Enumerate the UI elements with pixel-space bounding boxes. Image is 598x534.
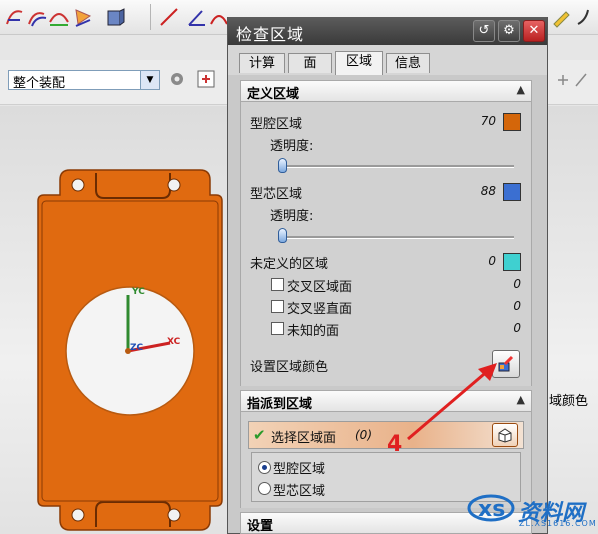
- close-icon[interactable]: ✕: [523, 20, 545, 42]
- axis-label-zc: ZC: [130, 343, 144, 353]
- curve-rib-icon[interactable]: [574, 6, 596, 28]
- filter-settings-icon[interactable]: [168, 70, 186, 88]
- dialog-title: 检查区域: [236, 25, 305, 44]
- select-region-face-label: 选择区域面: [271, 431, 337, 446]
- core-color-swatch[interactable]: [503, 183, 521, 201]
- view-tools-icon[interactable]: [556, 72, 596, 88]
- unknown-faces-checkbox[interactable]: [271, 322, 284, 335]
- tab-regions[interactable]: 区域: [335, 51, 383, 75]
- undefined-region-label: 未定义的区域: [250, 257, 329, 272]
- core-region-radio[interactable]: [258, 482, 271, 495]
- line-icon[interactable]: [158, 6, 180, 28]
- extrude-icon[interactable]: [104, 6, 126, 28]
- angle-line-icon[interactable]: [186, 6, 208, 28]
- cavity-transparency-track[interactable]: [280, 165, 514, 168]
- chevron-down-icon[interactable]: ▼: [140, 71, 159, 89]
- cavity-region-radio[interactable]: [258, 461, 271, 474]
- unknown-faces-label: 未知的面: [287, 324, 340, 339]
- core-transparency-label: 透明度:: [270, 209, 314, 224]
- cavity-region-count: 70: [480, 114, 496, 128]
- cavity-region-label: 型腔区域: [250, 117, 303, 132]
- intersect-vertical-checkbox[interactable]: [271, 300, 284, 313]
- reset-icon[interactable]: ↺: [473, 20, 495, 42]
- pencil-tool-icon[interactable]: [550, 6, 572, 28]
- tab-calculate[interactable]: 计算: [239, 53, 285, 73]
- tab-info[interactable]: 信息: [386, 53, 430, 73]
- core-transparency-slider[interactable]: [278, 228, 287, 243]
- intersect-vertical-count: 0: [513, 299, 521, 313]
- gear-icon[interactable]: ⚙: [498, 20, 520, 42]
- assembly-scope-value: 整个装配: [13, 76, 66, 91]
- assign-region-title: 指派到区域: [247, 397, 313, 412]
- dialog-titlebar[interactable]: 检查区域 ↺ ⚙ ✕: [228, 17, 547, 45]
- annotation-arrow: [407, 363, 497, 441]
- axis-label-yc: YC: [132, 287, 145, 297]
- assembly-scope-select[interactable]: 整个装配 ▼: [8, 70, 160, 91]
- core-region-option-label: 型芯区域: [273, 484, 326, 499]
- watermark-logo-icon: xs: [467, 494, 515, 522]
- project-curve-icon[interactable]: [72, 6, 94, 28]
- offset-curve-icon[interactable]: [26, 6, 48, 28]
- settings-title: 设置: [247, 519, 274, 534]
- sketch-curve-icon[interactable]: [4, 6, 26, 28]
- define-region-header[interactable]: 定义区域 ▲: [240, 80, 532, 102]
- intersect-faces-label: 交叉区域面: [287, 280, 353, 295]
- dialog-tabs: 计算 面 区域 信息: [228, 45, 547, 75]
- set-region-color-label: 设置区域颜色: [250, 360, 329, 375]
- intersect-faces-checkbox[interactable]: [271, 278, 284, 291]
- cavity-transparency-slider[interactable]: [278, 158, 287, 173]
- bridge-curve-icon[interactable]: [48, 6, 70, 28]
- cavity-color-swatch[interactable]: [503, 113, 521, 131]
- select-region-face-count: (0): [355, 428, 372, 442]
- checkmark-icon: ✔: [253, 426, 266, 444]
- undefined-region-count: 0: [488, 254, 496, 268]
- tab-faces[interactable]: 面: [288, 53, 332, 73]
- watermark-url: ZL.XS1616.COM: [519, 519, 597, 528]
- snap-point-icon[interactable]: [197, 70, 217, 88]
- annotation-step-number: 4: [387, 432, 403, 457]
- cavity-region-option-label: 型腔区域: [273, 462, 326, 477]
- side-panel-label: 域颜色: [549, 394, 589, 409]
- unknown-faces-count: 0: [513, 321, 521, 335]
- chevron-up-icon[interactable]: ▲: [517, 393, 525, 406]
- cavity-transparency-label: 透明度:: [270, 139, 314, 154]
- core-region-count: 88: [480, 184, 496, 198]
- chevron-up-icon[interactable]: ▲: [517, 83, 525, 96]
- axis-label-xc: XC: [167, 337, 181, 347]
- core-region-label: 型芯区域: [250, 187, 303, 202]
- define-region-title: 定义区域: [247, 87, 300, 102]
- undefined-color-swatch[interactable]: [503, 253, 521, 271]
- core-transparency-track[interactable]: [280, 236, 514, 239]
- intersect-faces-count: 0: [513, 277, 521, 291]
- intersect-vertical-label: 交叉竖直面: [287, 302, 353, 317]
- svg-text:xs: xs: [478, 497, 505, 522]
